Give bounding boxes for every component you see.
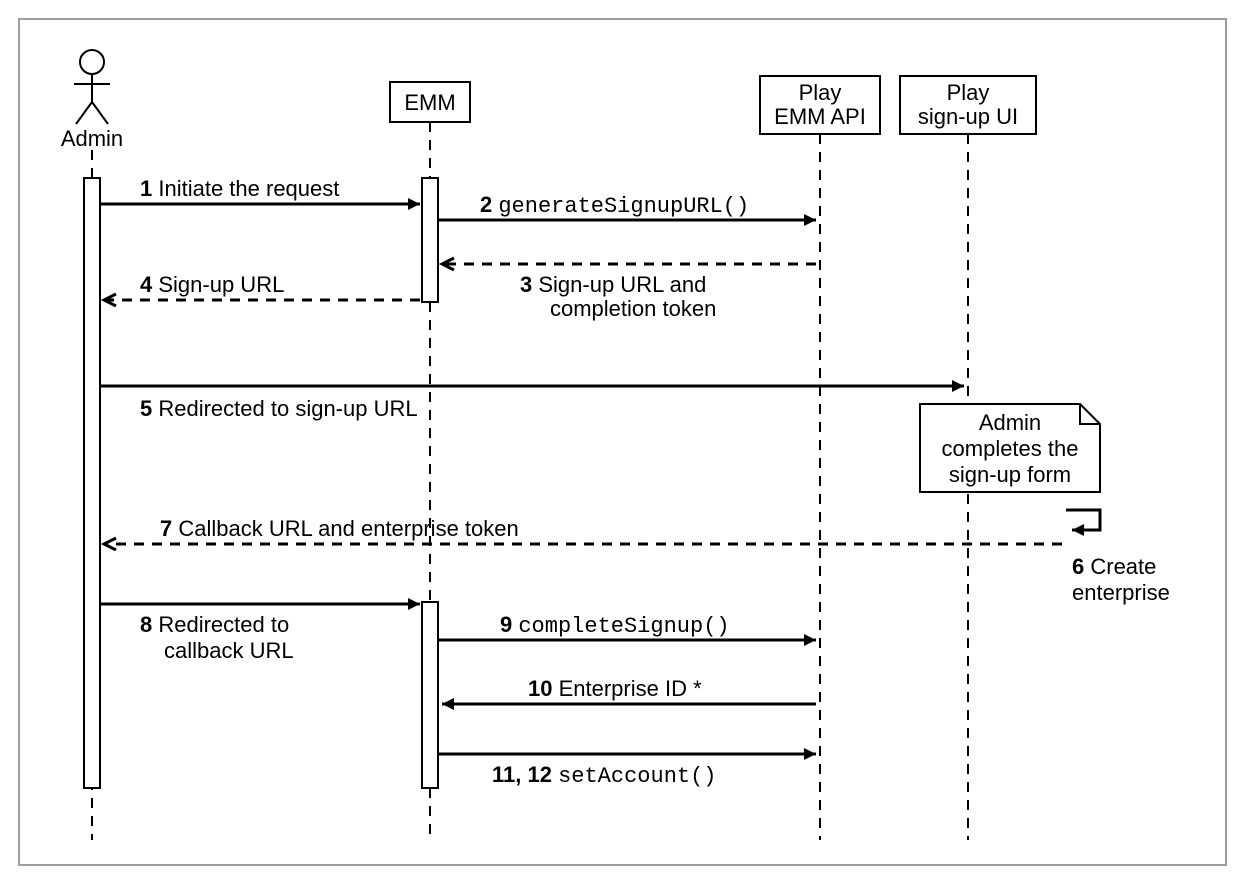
message-9-num: 9 [500, 612, 518, 637]
participant-play-ui-label-2: sign-up UI [918, 104, 1018, 129]
message-10-num: 10 [528, 676, 552, 701]
message-3-text-2: completion token [550, 296, 716, 321]
note-line-1: Admin [979, 410, 1041, 435]
message-6-text-1: Create [1084, 554, 1156, 579]
message-6-num: 6 [1072, 554, 1084, 579]
message-8-text-2: callback URL [164, 638, 294, 663]
message-7-num: 7 [160, 516, 172, 541]
participant-emm-label: EMM [404, 90, 455, 115]
message-9-text: completeSignup() [518, 614, 729, 639]
message-1-num: 1 [140, 176, 152, 201]
message-2-num: 2 [480, 192, 498, 217]
svg-text:6 Create: 6 Create [1072, 554, 1156, 579]
message-6-text-2: enterprise [1072, 580, 1170, 605]
message-4-text: Sign-up URL [152, 272, 284, 297]
svg-text:4 Sign-up URL: 4 Sign-up URL [140, 272, 284, 297]
message-1: 1 Initiate the request [100, 176, 420, 204]
actor-admin-label: Admin [61, 126, 123, 151]
message-11-12: 11, 12 setAccount() [438, 754, 816, 789]
message-6: 6 Create enterprise [1066, 510, 1170, 605]
message-3-text-1: Sign-up URL and [532, 272, 706, 297]
note-signup-form: Admin completes the sign-up form [920, 404, 1100, 492]
participant-play-api: Play EMM API [760, 76, 880, 134]
participant-play-ui-label-1: Play [947, 80, 990, 105]
activation-emm-1 [422, 178, 438, 302]
note-line-3: sign-up form [949, 462, 1071, 487]
participant-play-ui: Play sign-up UI [900, 76, 1036, 134]
message-7-text: Callback URL and enterprise token [172, 516, 518, 541]
message-9: 9 completeSignup() [438, 612, 816, 640]
message-2-text: generateSignupURL() [498, 194, 749, 219]
message-11-num: 11, 12 [492, 762, 558, 787]
message-10: 10 Enterprise ID * [442, 676, 816, 704]
message-5: 5 Redirected to sign-up URL [100, 386, 964, 421]
message-8: 8 Redirected to callback URL [100, 604, 420, 663]
svg-text:11, 12 setAccount(): 11, 12 setAccount() [492, 762, 717, 789]
message-11-text: setAccount() [558, 764, 716, 789]
svg-text:5 Redirected to sign-up URL: 5 Redirected to sign-up URL [140, 396, 418, 421]
svg-text:7 Callback URL and enterprise: 7 Callback URL and enterprise token [160, 516, 519, 541]
svg-text:1 Initiate the request: 1 Initiate the request [140, 176, 339, 201]
svg-text:9 completeSignup(): 9 completeSignup() [500, 612, 730, 639]
message-4: 4 Sign-up URL [104, 272, 420, 300]
message-1-text: Initiate the request [152, 176, 339, 201]
message-3: 3 Sign-up URL and completion token [442, 264, 816, 321]
message-5-num: 5 [140, 396, 152, 421]
participant-emm: EMM [390, 82, 470, 122]
message-8-num: 8 [140, 612, 152, 637]
activation-admin [84, 178, 100, 788]
message-3-num: 3 [520, 272, 532, 297]
message-8-text-1: Redirected to [152, 612, 289, 637]
message-2: 2 generateSignupURL() [438, 192, 816, 220]
note-line-2: completes the [942, 436, 1079, 461]
svg-text:2 generateSignupURL(): 2 generateSignupURL() [480, 192, 749, 219]
svg-text:10 Enterprise ID *: 10 Enterprise ID * [528, 676, 702, 701]
activation-emm-2 [422, 602, 438, 788]
svg-text:3 Sign-up URL and: 3 Sign-up URL and [520, 272, 706, 297]
message-10-text: Enterprise ID * [552, 676, 702, 701]
sequence-diagram-svg: Admin EMM Play EMM API Play sign-up UI 1… [20, 20, 1229, 868]
sequence-diagram-frame: Admin EMM Play EMM API Play sign-up UI 1… [18, 18, 1227, 866]
message-5-text: Redirected to sign-up URL [152, 396, 417, 421]
svg-text:8 Redirected to: 8 Redirected to [140, 612, 289, 637]
message-4-num: 4 [140, 272, 153, 297]
participant-play-api-label-1: Play [799, 80, 842, 105]
actor-admin: Admin [61, 50, 123, 151]
message-7: 7 Callback URL and enterprise token [104, 516, 1062, 544]
participant-play-api-label-2: EMM API [774, 104, 866, 129]
